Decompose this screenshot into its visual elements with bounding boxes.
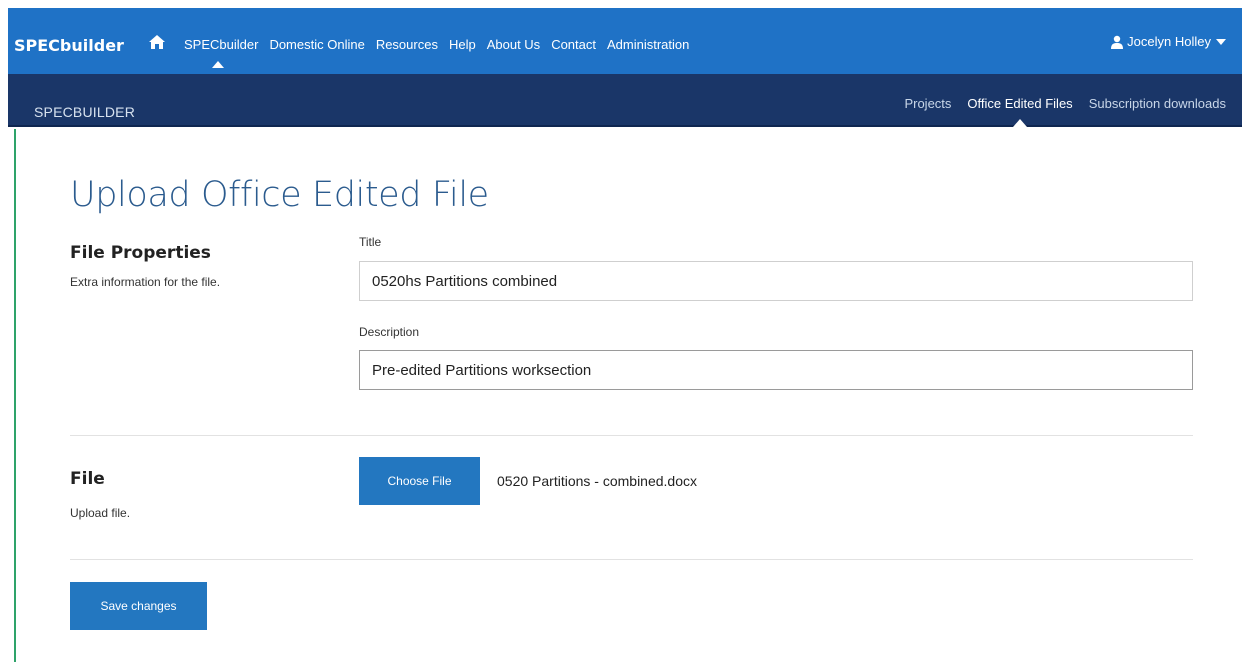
nav-item-administration[interactable]: Administration (607, 37, 689, 52)
choose-file-button[interactable]: Choose File (359, 457, 480, 505)
sub-navbar: SPECBUILDER Projects Office Edited Files… (8, 74, 1242, 127)
section-divider (70, 559, 1193, 560)
description-input[interactable] (359, 350, 1193, 390)
file-properties-heading: File Properties (70, 243, 211, 263)
home-icon[interactable] (148, 34, 166, 50)
nav-item-about-us[interactable]: About Us (487, 37, 540, 52)
description-label: Description (359, 325, 420, 339)
nav-item-help[interactable]: Help (449, 37, 476, 52)
chosen-file-name: 0520 Partitions - combined.docx (497, 473, 697, 489)
sub-brand[interactable]: SPECBUILDER (34, 104, 135, 120)
nav-item-resources[interactable]: Resources (376, 37, 438, 52)
user-name: Jocelyn Holley (1127, 34, 1211, 49)
save-changes-button[interactable]: Save changes (70, 582, 207, 630)
nav-item-specbuilder[interactable]: SPECbuilder (184, 37, 258, 68)
title-label: Title (359, 235, 382, 249)
page-title: Upload Office Edited File (70, 175, 489, 215)
main-nav: SPECbuilder Domestic Online Resources He… (184, 37, 700, 68)
file-subtext: Upload file. (70, 506, 131, 520)
file-heading: File (70, 469, 105, 489)
section-divider (70, 435, 1193, 436)
subnav-item-office-edited-files[interactable]: Office Edited Files (967, 96, 1073, 127)
sub-nav: Projects Office Edited Files Subscriptio… (888, 96, 1226, 127)
file-properties-subtext: Extra information for the file. (70, 275, 221, 289)
main-content: Upload Office Edited File File Propertie… (14, 129, 1242, 662)
subnav-item-subscription-downloads[interactable]: Subscription downloads (1089, 96, 1226, 111)
caret-down-icon (1216, 38, 1226, 45)
nav-item-contact[interactable]: Contact (551, 37, 596, 52)
user-menu[interactable]: Jocelyn Holley (1110, 34, 1226, 49)
top-navbar: SPECbuilder SPECbuilder Domestic Online … (8, 8, 1242, 74)
brand-logo[interactable]: SPECbuilder (14, 36, 124, 55)
title-input[interactable] (359, 261, 1193, 301)
user-icon (1111, 35, 1124, 49)
nav-item-domestic-online[interactable]: Domestic Online (269, 37, 364, 52)
subnav-item-projects[interactable]: Projects (904, 96, 951, 111)
